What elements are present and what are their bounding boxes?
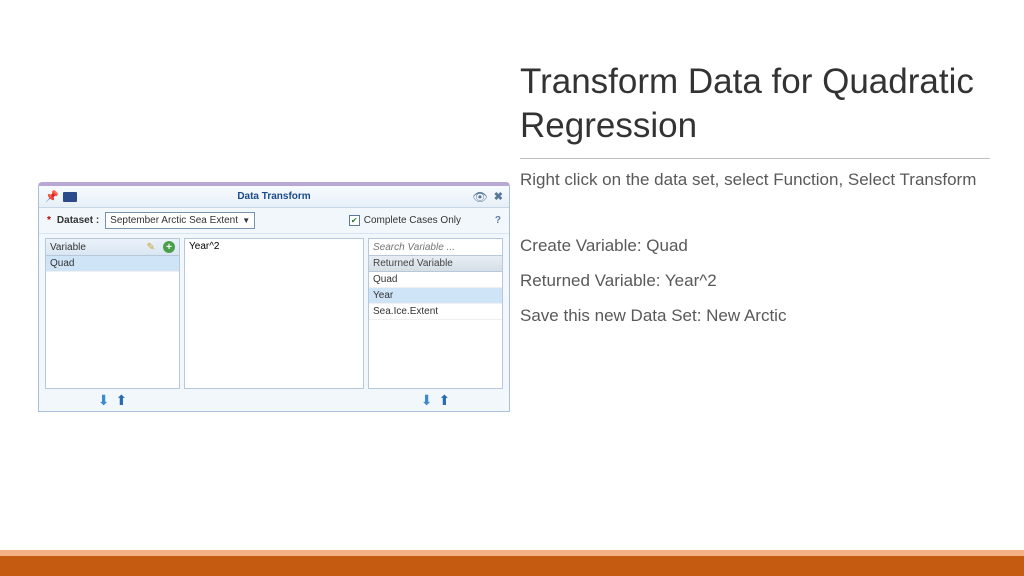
instruction-3: Returned Variable: Year^2: [520, 270, 990, 293]
returned-header: Returned Variable: [369, 256, 502, 272]
panels-row: Variable ✎ + Quad ×: [39, 234, 509, 389]
returned-panel: × Returned Variable Quad Year Sea.Ice.Ex…: [368, 238, 503, 389]
pin-icon[interactable]: 📌: [45, 190, 59, 203]
slide-title: Transform Data for Quadratic Regression: [520, 60, 990, 148]
help-icon[interactable]: ?: [495, 215, 501, 226]
eye-icon[interactable]: 👁: [473, 190, 488, 204]
complete-cases-label: Complete Cases Only: [364, 215, 461, 226]
dataset-label: Dataset :: [57, 215, 99, 226]
instruction-2: Create Variable: Quad: [520, 235, 990, 258]
list-item[interactable]: Quad: [369, 272, 502, 288]
text-column: Transform Data for Quadratic Regression …: [520, 60, 990, 340]
add-icon[interactable]: +: [163, 241, 175, 253]
complete-cases-checkbox[interactable]: ✔ Complete Cases Only: [349, 215, 461, 226]
variable-panel: Variable ✎ + Quad: [45, 238, 180, 389]
data-transform-panel: 📌 Data Transform 👁 ✖ * Dataset : Septemb…: [38, 182, 510, 412]
dataset-value: September Arctic Sea Extent: [110, 215, 238, 226]
dataset-select[interactable]: September Arctic Sea Extent ▼: [105, 212, 255, 229]
arrow-down-icon[interactable]: ⬇: [98, 392, 110, 409]
expression-input[interactable]: [185, 239, 363, 388]
required-asterisk: *: [47, 215, 51, 226]
arrows-row: ⬇ ⬆ ⬇ ⬆: [39, 389, 509, 411]
search-header: ×: [368, 238, 503, 256]
variable-header: Variable ✎ +: [45, 238, 180, 256]
card-icon[interactable]: [63, 192, 77, 202]
dataset-row: * Dataset : September Arctic Sea Extent …: [39, 208, 509, 234]
checkbox-icon: ✔: [349, 215, 360, 226]
wand-icon[interactable]: ✎: [147, 242, 155, 253]
search-input[interactable]: [373, 240, 507, 254]
expression-panel: [184, 238, 364, 389]
arrow-down-icon[interactable]: ⬇: [421, 392, 433, 409]
returned-list: Returned Variable Quad Year Sea.Ice.Exte…: [368, 256, 503, 389]
list-item[interactable]: Quad: [46, 256, 179, 272]
close-icon[interactable]: ✖: [494, 190, 503, 203]
list-item[interactable]: Sea.Ice.Extent: [369, 304, 502, 320]
instruction-1: Right click on the data set, select Func…: [520, 169, 990, 192]
chevron-down-icon: ▼: [242, 216, 250, 225]
arrow-up-icon[interactable]: ⬆: [439, 392, 451, 409]
arrow-up-icon[interactable]: ⬆: [116, 392, 128, 409]
accent-bar-dark: [0, 556, 1024, 576]
variable-list[interactable]: Quad: [45, 256, 180, 389]
divider: [520, 158, 990, 159]
list-item[interactable]: Year: [369, 288, 502, 304]
panel-titlebar: 📌 Data Transform 👁 ✖: [39, 186, 509, 208]
instruction-4: Save this new Data Set: New Arctic: [520, 305, 990, 328]
slide: 📌 Data Transform 👁 ✖ * Dataset : Septemb…: [0, 0, 1024, 576]
panel-title: Data Transform: [39, 191, 509, 202]
